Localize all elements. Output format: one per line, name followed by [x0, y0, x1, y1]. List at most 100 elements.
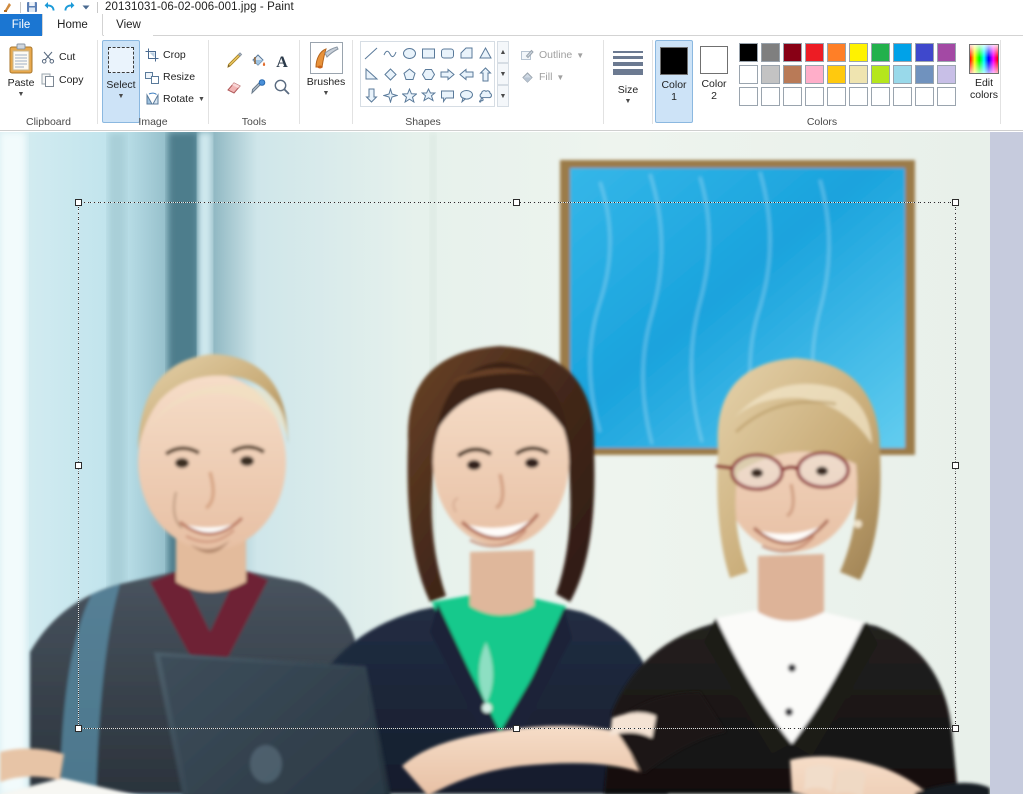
palette-cell-r2-c10[interactable] [935, 63, 957, 85]
color-swatch[interactable] [870, 64, 890, 84]
color-swatch[interactable] [848, 42, 868, 62]
gallery-scroll-down-icon[interactable]: ▼ [497, 63, 509, 85]
color-swatch[interactable] [936, 86, 956, 106]
palette-cell-r1-c1[interactable] [737, 41, 759, 63]
color-palette[interactable] [737, 41, 957, 107]
palette-cell-r2-c8[interactable] [891, 63, 913, 85]
palette-cell-r2-c7[interactable] [869, 63, 891, 85]
palette-cell-r1-c10[interactable] [935, 41, 957, 63]
shape-rounded-rectangle[interactable] [438, 43, 457, 64]
color-swatch[interactable] [870, 42, 890, 62]
size-dropdown-icon[interactable]: ▼ [625, 98, 632, 105]
shape-right-triangle[interactable] [362, 64, 381, 85]
color-swatch[interactable] [738, 86, 758, 106]
palette-cell-r2-c3[interactable] [781, 63, 803, 85]
palette-cell-r3-c7[interactable] [869, 85, 891, 107]
palette-cell-r2-c9[interactable] [913, 63, 935, 85]
palette-cell-r3-c3[interactable] [781, 85, 803, 107]
color-swatch[interactable] [914, 64, 934, 84]
shape-triangle[interactable] [476, 43, 495, 64]
crop-button[interactable]: Crop [144, 46, 186, 64]
size-button[interactable]: Size ▼ [610, 42, 646, 122]
color-swatch[interactable] [892, 64, 912, 84]
color-swatch[interactable] [782, 42, 802, 62]
select-button[interactable]: Select ▼ [102, 40, 140, 123]
color-swatch[interactable] [760, 42, 780, 62]
tab-file[interactable]: File [0, 14, 42, 36]
paste-dropdown-icon[interactable]: ▼ [18, 91, 25, 98]
color-swatch[interactable] [738, 42, 758, 62]
shapes-gallery[interactable] [360, 41, 495, 107]
palette-cell-r3-c9[interactable] [913, 85, 935, 107]
color-swatch[interactable] [782, 86, 802, 106]
palette-cell-r1-c6[interactable] [847, 41, 869, 63]
shape-four-point-star[interactable] [381, 85, 400, 106]
palette-cell-r2-c2[interactable] [759, 63, 781, 85]
cut-button[interactable]: Cut [40, 48, 75, 66]
palette-cell-r1-c5[interactable] [825, 41, 847, 63]
palette-cell-r2-c4[interactable] [803, 63, 825, 85]
fill-button[interactable]: Fill ▼ [519, 69, 564, 85]
fill-dropdown-icon[interactable]: ▼ [556, 73, 564, 82]
palette-cell-r2-c5[interactable] [825, 63, 847, 85]
shape-line[interactable] [362, 43, 381, 64]
pencil-icon[interactable] [223, 50, 245, 72]
paste-button[interactable]: Paste ▼ [3, 40, 39, 123]
color-swatch[interactable] [760, 64, 780, 84]
palette-cell-r3-c2[interactable] [759, 85, 781, 107]
color-swatch[interactable] [826, 42, 846, 62]
resize-button[interactable]: Resize [144, 68, 195, 86]
outline-dropdown-icon[interactable]: ▼ [576, 51, 584, 60]
color-swatch[interactable] [738, 64, 758, 84]
save-icon[interactable] [25, 1, 39, 14]
color-swatch[interactable] [936, 64, 956, 84]
color-swatch[interactable] [848, 86, 868, 106]
copy-button[interactable]: Copy [40, 71, 84, 89]
color-swatch[interactable] [936, 42, 956, 62]
color-swatch[interactable] [804, 86, 824, 106]
shape-rectangle[interactable] [419, 43, 438, 64]
text-icon[interactable]: A [271, 50, 293, 72]
color-swatch[interactable] [826, 86, 846, 106]
color-picker-icon[interactable] [247, 76, 269, 98]
shape-polygon[interactable] [457, 43, 476, 64]
brushes-button[interactable]: Brushes ▼ [307, 42, 345, 122]
color-swatch[interactable] [914, 86, 934, 106]
color-swatch[interactable] [892, 86, 912, 106]
color-swatch[interactable] [804, 64, 824, 84]
undo-icon[interactable] [43, 1, 57, 14]
color-swatch[interactable] [804, 42, 824, 62]
gallery-scroll-up-icon[interactable]: ▲ [497, 41, 509, 63]
palette-cell-r1-c7[interactable] [869, 41, 891, 63]
eraser-icon[interactable] [223, 76, 245, 98]
shape-hexagon[interactable] [419, 64, 438, 85]
brushes-dropdown-icon[interactable]: ▼ [323, 90, 330, 97]
palette-cell-r2-c1[interactable] [737, 63, 759, 85]
shape-six-point-star[interactable] [419, 85, 438, 106]
shape-rounded-callout[interactable] [438, 85, 457, 106]
shape-cloud-callout[interactable] [476, 85, 495, 106]
shape-diamond[interactable] [381, 64, 400, 85]
palette-cell-r1-c2[interactable] [759, 41, 781, 63]
palette-cell-r3-c10[interactable] [935, 85, 957, 107]
color-2-button[interactable]: Color 2 [695, 40, 733, 123]
canvas-area[interactable] [0, 132, 1023, 794]
paint-icon[interactable] [2, 1, 16, 14]
color-swatch[interactable] [848, 64, 868, 84]
color-swatch[interactable] [914, 42, 934, 62]
palette-cell-r3-c4[interactable] [803, 85, 825, 107]
color-swatch[interactable] [782, 64, 802, 84]
shape-pentagon[interactable] [400, 64, 419, 85]
magnifier-icon[interactable] [271, 76, 293, 98]
shape-five-point-star[interactable] [400, 85, 419, 106]
shape-down-arrow[interactable] [362, 85, 381, 106]
customize-qat-icon[interactable] [79, 1, 93, 14]
palette-cell-r1-c9[interactable] [913, 41, 935, 63]
palette-cell-r1-c4[interactable] [803, 41, 825, 63]
palette-cell-r3-c5[interactable] [825, 85, 847, 107]
rotate-button[interactable]: Rotate ▼ [144, 90, 205, 108]
color-swatch[interactable] [892, 42, 912, 62]
outline-button[interactable]: Outline ▼ [519, 47, 584, 63]
shape-left-arrow[interactable] [457, 64, 476, 85]
tab-home[interactable]: Home [42, 14, 103, 36]
